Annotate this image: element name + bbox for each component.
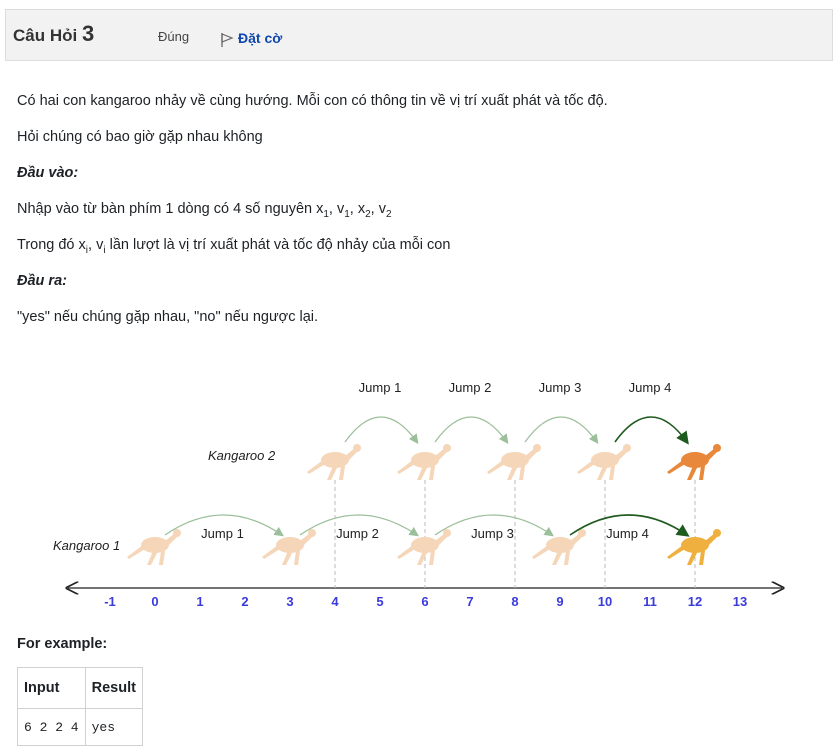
example-title: For example: (17, 636, 108, 652)
flag-icon (221, 33, 234, 47)
question-info-bar: Câu Hỏi 3 Đúng Đặt cờ (5, 9, 833, 61)
example-header-row: Input Result (17, 667, 143, 709)
description-line-2: Hỏi chúng có bao giờ gặp nhau không (17, 129, 263, 145)
kangaroo-1-sprite (397, 529, 451, 565)
flag-label: Đặt cờ (238, 30, 283, 46)
where-mid: , v (88, 237, 104, 253)
axis-tick-label: 3 (286, 594, 293, 609)
header-result: Result (84, 667, 143, 709)
axis-tick-label: 13 (733, 594, 747, 609)
kangaroo-2-sprite (487, 444, 541, 480)
kangaroo-1-sprite (262, 529, 316, 565)
input-description-text: Nhập vào từ bàn phím 1 dòng có 4 số nguy… (17, 201, 317, 217)
kangaroo-1-jump-label: Jump 2 (336, 526, 379, 541)
kangaroo-1-sprite (127, 529, 181, 565)
axis-tick-label: 12 (688, 594, 702, 609)
axis-tick-label: 0 (151, 594, 158, 609)
kangaroo-1-jump-label: Jump 3 (471, 526, 514, 541)
where-suffix: lần lượt là vị trí xuất phát và tốc độ n… (105, 237, 451, 253)
axis-tick-label: 1 (196, 594, 203, 609)
var-v2: , v (370, 201, 386, 217)
output-description: "yes" nếu chúng gặp nhau, "no" nếu ngược… (17, 309, 319, 325)
kangaroo-2-sprite (667, 444, 721, 480)
axis-tick-label: 2 (241, 594, 248, 609)
where-description: Trong đó xi, vi lần lượt là vị trí xuất … (17, 237, 450, 256)
question-number: 3 (81, 21, 95, 46)
kangaroo-1-label: Kangaroo 1 (53, 538, 120, 553)
input-heading: Đầu vào: (17, 165, 79, 181)
axis-tick-label: 11 (643, 594, 657, 609)
kangaroo-2-jump-label: Jump 1 (359, 380, 402, 395)
kangaroo-2-sprite (577, 444, 631, 480)
output-heading: Đầu ra: (17, 273, 67, 289)
where-prefix: Trong đó x (17, 237, 86, 253)
sub-2b: 2 (385, 209, 392, 220)
kangaroo-jump-diagram: -1 0 1 2 3 4 5 6 7 8 9 10 11 12 13Jump 1 Jump 2 Jump 3 Ju… (53, 380, 800, 609)
axis-tick-label: 7 (466, 594, 473, 609)
axis-tick-label: 6 (421, 594, 428, 609)
kangaroo-2-sprite (397, 444, 451, 480)
axis-tick-label: 9 (556, 594, 563, 609)
question-prefix: Câu Hỏi (13, 26, 78, 45)
axis-tick-label: 10 (598, 594, 612, 609)
description-line-1: Có hai con kangaroo nhảy về cùng hướng. … (17, 93, 608, 109)
kangaroo-2-label: Kangaroo 2 (208, 448, 276, 463)
kangaroo-1-jump-label: Jump 1 (201, 526, 244, 541)
question-state: Đúng (158, 29, 190, 44)
example-result: yes (84, 708, 143, 746)
kangaroo-2-jump-arrow (344, 416, 419, 444)
var-v1: , v (328, 201, 345, 217)
axis-tick-label: 5 (376, 594, 383, 609)
header-input: Input (17, 667, 86, 709)
kangaroo-2-jump-arrow (434, 416, 509, 444)
kangaroo-2-jump-label: Jump 3 (539, 380, 582, 395)
table-row: 6 2 2 4 yes (17, 708, 143, 746)
kangaroo-2-jump-label: Jump 2 (449, 380, 492, 395)
kangaroo-1-sprite (532, 529, 586, 565)
kangaroo-1-jump-label: Jump 4 (606, 526, 649, 541)
kangaroo-2-jump-arrow (614, 416, 689, 445)
example-input: 6 2 2 4 (17, 708, 86, 746)
input-description: Nhập vào từ bàn phím 1 dòng có 4 số nguy… (17, 201, 392, 220)
example-table: Input Result 6 2 2 4 yes (17, 667, 143, 746)
kangaroo-2-jump-arrow (524, 416, 599, 444)
axis-tick-label: 4 (331, 594, 339, 609)
kangaroo-1-sprite (667, 529, 721, 565)
axis-tick-label: -1 (104, 594, 116, 609)
kangaroo-2-sprite (307, 444, 361, 480)
flag-question-button[interactable]: Đặt cờ (220, 30, 283, 47)
kangaroo-2-jump-label: Jump 4 (629, 380, 672, 395)
axis-tick-label: 8 (511, 594, 518, 609)
var-x2: , x (349, 201, 366, 217)
question-title: Câu Hỏi 3 (13, 21, 94, 47)
